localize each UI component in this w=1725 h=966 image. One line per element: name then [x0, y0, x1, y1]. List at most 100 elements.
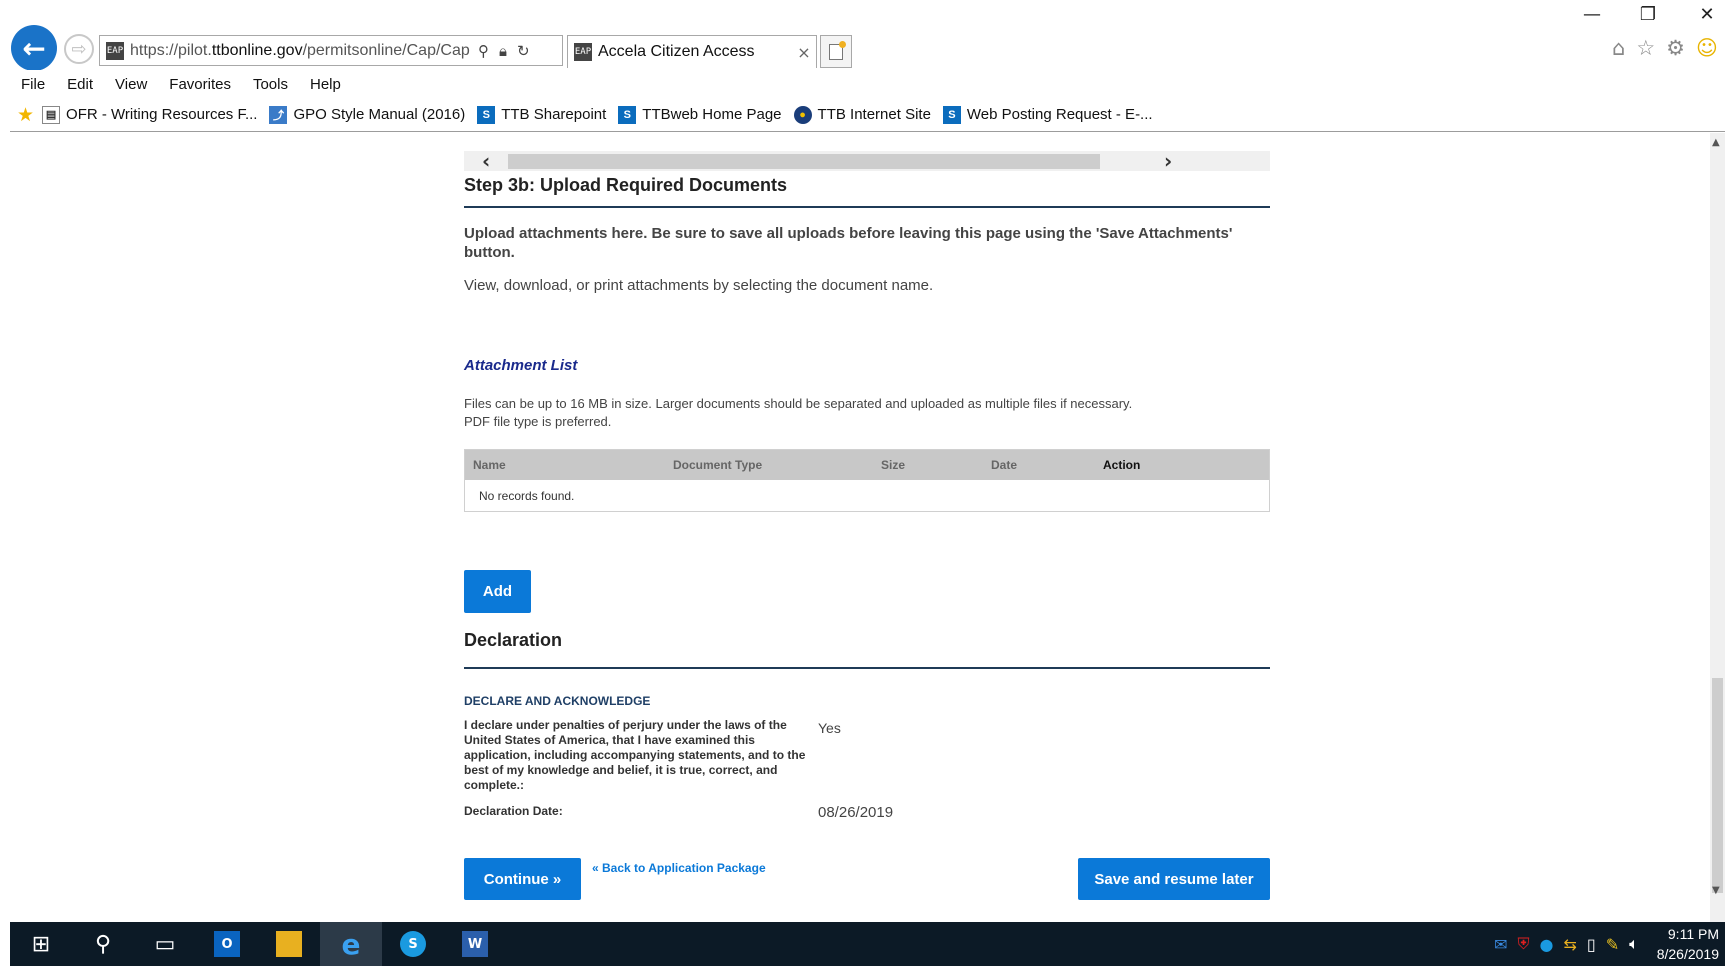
favorite-ttb-sharepoint[interactable]: S TTB Sharepoint [477, 105, 606, 124]
outlook-tray-icon[interactable]: ✉ [1494, 935, 1507, 954]
declare-acknowledge-heading: DECLARE AND ACKNOWLEDGE [464, 694, 651, 708]
skype-taskbar-button[interactable]: S [382, 922, 444, 966]
gpo-icon: ⤴ [269, 105, 288, 124]
scroll-left-icon[interactable]: ‹ [482, 149, 490, 173]
add-favorites-star-icon[interactable]: ★ [17, 104, 34, 126]
lock-icon[interactable]: 🔒︎ [499, 42, 507, 60]
search-icon: ⚲ [94, 931, 112, 957]
continue-button[interactable]: Continue » [464, 858, 581, 900]
screen: ← ⇨ EAP https://pilot.ttbonline.gov/perm… [0, 0, 1725, 966]
volume-icon[interactable]: 🔈︎ [1629, 934, 1639, 954]
declaration-date-value: 08/26/2019 [818, 804, 894, 821]
sharepoint-icon: S [942, 105, 961, 124]
menu-view[interactable]: View [115, 76, 147, 93]
settings-gear-icon[interactable]: ⚙ [1666, 36, 1685, 60]
back-button[interactable]: ← [11, 25, 57, 71]
task-view-icon: ▭ [154, 931, 176, 957]
menu-bar: File Edit View Favorites Tools Help [10, 70, 1725, 98]
sharepoint-icon: S [477, 105, 496, 124]
close-window-button[interactable]: ✕ [1692, 4, 1722, 25]
upload-instructions: Upload attachments here. Be sure to save… [464, 225, 1233, 261]
windows-logo-icon: ⊞ [31, 931, 51, 957]
horizontal-scrollbar[interactable]: ‹ › [464, 149, 1270, 173]
column-size[interactable]: Size [873, 450, 983, 480]
vertical-scrollbar[interactable]: ▲ ▼ [1710, 133, 1725, 922]
favorite-ttb-internet-site[interactable]: ● TTB Internet Site [793, 105, 931, 124]
address-bar[interactable]: EAP https://pilot.ttbonline.gov/permitso… [99, 35, 563, 66]
browser-titlebar: ← ⇨ EAP https://pilot.ttbonline.gov/perm… [0, 0, 1725, 71]
close-tab-icon[interactable]: × [792, 43, 816, 62]
scroll-right-icon[interactable]: › [1164, 149, 1172, 173]
favorite-ofr-writing-resources[interactable]: ▤ OFR - Writing Resources F... [42, 105, 257, 124]
vertical-scrollbar-thumb[interactable] [1712, 678, 1723, 893]
word-taskbar-button[interactable]: W [444, 922, 506, 966]
outlook-icon: O [214, 931, 240, 957]
usb-device-icon[interactable]: ▯ [1587, 935, 1596, 954]
new-tab-button[interactable] [820, 35, 852, 68]
tab-title: Accela Citizen Access [598, 43, 755, 60]
back-to-application-package-link[interactable]: « Back to Application Package [592, 861, 766, 875]
add-attachment-button[interactable]: Add [464, 570, 531, 613]
save-and-resume-later-button[interactable]: Save and resume later [1078, 858, 1270, 900]
mcafee-shield-icon[interactable]: ⛨ [1517, 934, 1529, 954]
declaration-answer: Yes [818, 720, 841, 736]
minimize-button[interactable]: — [1577, 4, 1607, 25]
url-text[interactable]: https://pilot.ttbonline.gov/permitsonlin… [130, 42, 472, 60]
tab-accela-citizen-access[interactable]: EAP Accela Citizen Access × [567, 35, 817, 68]
search-button[interactable]: ⚲ [72, 922, 134, 966]
scroll-down-icon[interactable]: ▼ [1712, 885, 1720, 896]
search-icon[interactable]: ⚲ [478, 42, 489, 60]
windows-taskbar: ⊞ ⚲ ▭ O e S W ✉ ⛨ ● ⇆ ▯ ✎ 🔈︎ 9:11 PM 8/2… [10, 922, 1725, 966]
restore-button[interactable]: ❐ [1633, 4, 1663, 25]
sync-icon[interactable]: ⇆ [1563, 935, 1576, 954]
page-viewport: ‹ › Step 3b: Upload Required Documents U… [10, 133, 1710, 922]
column-name[interactable]: Name [465, 450, 665, 480]
declaration-statement: I declare under penalties of perjury und… [464, 718, 806, 792]
internet-explorer-icon: e [341, 927, 361, 961]
site-favicon-icon: EAP [106, 41, 124, 60]
internet-explorer-taskbar-button[interactable]: e [320, 922, 382, 966]
skype-icon: S [400, 931, 426, 957]
page-icon: ▤ [42, 105, 61, 124]
arrow-right-icon: ⇨ [71, 38, 87, 60]
table-header: Name Document Type Size Date Action [465, 450, 1269, 480]
favorites-bar: ★ ▤ OFR - Writing Resources F... ⤴ GPO Sty… [10, 98, 1725, 132]
outlook-taskbar-button[interactable]: O [196, 922, 258, 966]
feedback-smiley-icon[interactable]: ☺ [1696, 36, 1718, 60]
attachment-table: Name Document Type Size Date Action No r… [464, 449, 1270, 512]
column-action: Action [1103, 458, 1141, 472]
task-view-button[interactable]: ▭ [134, 922, 196, 966]
table-empty-row: No records found. [465, 480, 1269, 511]
forward-button[interactable]: ⇨ [64, 34, 94, 64]
favorite-web-posting-request[interactable]: S Web Posting Request - E-... [942, 105, 1153, 124]
horizontal-scrollbar-thumb[interactable] [508, 154, 1100, 169]
new-tab-icon [829, 40, 846, 60]
menu-tools[interactable]: Tools [253, 76, 288, 93]
menu-edit[interactable]: Edit [67, 76, 93, 93]
favorite-ttbweb-home-page[interactable]: S TTBweb Home Page [618, 105, 782, 124]
section-divider [464, 206, 1270, 208]
skype-tray-icon[interactable]: ● [1540, 935, 1554, 954]
system-tray: ✉ ⛨ ● ⇆ ▯ ✎ 🔈︎ 9:11 PM 8/26/2019 [1494, 922, 1719, 966]
home-icon[interactable]: ⌂ [1612, 36, 1625, 60]
tab-favicon-icon: EAP [574, 43, 592, 61]
favorites-star-icon[interactable]: ☆ [1636, 36, 1655, 60]
file-explorer-taskbar-button[interactable] [258, 922, 320, 966]
declaration-title: Declaration [464, 630, 563, 650]
scroll-up-icon[interactable]: ▲ [1712, 137, 1720, 148]
menu-favorites[interactable]: Favorites [169, 76, 231, 93]
folder-icon [276, 931, 302, 957]
attachment-list-heading: Attachment List [464, 357, 578, 374]
notes-icon[interactable]: ✎ [1606, 935, 1619, 954]
favorite-gpo-style-manual[interactable]: ⤴ GPO Style Manual (2016) [269, 105, 465, 124]
step-title: Step 3b: Upload Required Documents [464, 175, 788, 195]
column-document-type[interactable]: Document Type [665, 450, 873, 480]
menu-file[interactable]: File [21, 76, 45, 93]
declaration-divider [464, 667, 1270, 669]
start-button[interactable]: ⊞ [10, 922, 72, 966]
arrow-left-icon: ← [22, 31, 46, 65]
refresh-icon[interactable]: ↻ [517, 42, 530, 60]
menu-help[interactable]: Help [310, 76, 341, 93]
taskbar-clock[interactable]: 9:11 PM 8/26/2019 [1657, 924, 1719, 964]
column-date[interactable]: Date [983, 450, 1095, 480]
